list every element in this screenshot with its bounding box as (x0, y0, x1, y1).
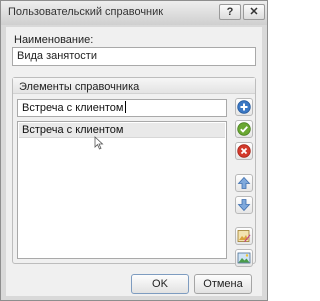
text-caret (124, 101, 126, 113)
name-field[interactable]: Вида занятости (12, 47, 256, 66)
elements-group-header: Элементы справочника (13, 78, 255, 94)
ok-button[interactable]: OK (131, 274, 189, 294)
help-button[interactable]: ? (219, 4, 241, 20)
add-item-button[interactable] (235, 98, 253, 116)
elements-list[interactable]: Встреча с клиентом (17, 121, 227, 259)
cancel-button[interactable]: Отмена (194, 274, 252, 294)
dialog-body: Наименование: Вида занятости Элементы сп… (6, 27, 262, 296)
title-bar[interactable]: Пользовательский справочник ? ✕ (1, 1, 267, 25)
name-label: Наименование: (14, 34, 94, 46)
window-title: Пользовательский справочник (8, 6, 164, 18)
plus-icon (237, 100, 251, 114)
mouse-pointer-icon (94, 136, 104, 150)
elements-group-title: Элементы справочника (19, 81, 140, 93)
element-input[interactable]: Встреча с клиентом (17, 99, 227, 117)
move-up-button[interactable] (235, 174, 253, 192)
check-icon (237, 122, 251, 136)
elements-group: Элементы справочника Встреча с клиентом … (12, 77, 256, 267)
close-icon (237, 144, 251, 158)
close-button[interactable]: ✕ (243, 4, 265, 20)
move-down-button[interactable] (235, 196, 253, 214)
edit-picture-icon (237, 230, 251, 242)
confirm-item-button[interactable] (235, 120, 253, 138)
picture-icon (237, 252, 251, 264)
element-input-text: Встреча с клиентом (22, 102, 124, 114)
arrow-down-icon (237, 199, 251, 212)
picture-button[interactable] (235, 249, 253, 267)
delete-item-button[interactable] (235, 142, 253, 160)
list-item[interactable]: Встреча с клиентом (19, 123, 225, 138)
dialog-window: Пользовательский справочник ? ✕ Наименов… (0, 0, 268, 301)
edit-image-button[interactable] (235, 227, 253, 245)
arrow-up-icon (237, 176, 251, 189)
